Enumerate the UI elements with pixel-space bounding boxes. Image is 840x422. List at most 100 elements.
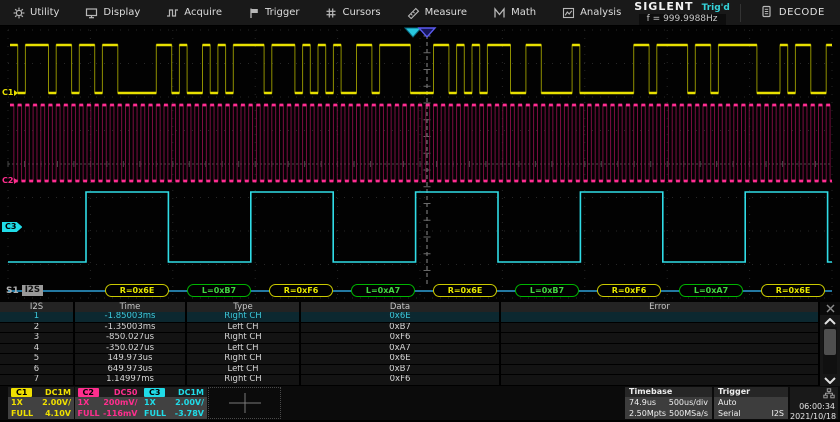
cell-data: 0xB7	[301, 323, 501, 334]
clock-time: 06:00:34	[790, 402, 835, 412]
cell-index: 3	[0, 333, 75, 344]
decode-bubble-left: L=0xA7	[351, 284, 415, 297]
channel-scale: 2.00V/	[42, 398, 71, 407]
flag-icon	[248, 7, 260, 19]
cell-index: 4	[0, 344, 75, 355]
cell-data: 0x6E	[301, 312, 501, 323]
trigger-source: Serial	[718, 409, 741, 418]
scroll-down-button[interactable]	[820, 374, 840, 386]
cell-error	[501, 333, 820, 344]
cell-type: Right CH	[187, 354, 301, 365]
menu-item-label: Acquire	[184, 7, 222, 18]
cell-data: 0xA7	[301, 344, 501, 355]
channel-info-c2[interactable]: C2 DC50 1X 200mV/ FULL -116mV	[75, 387, 141, 419]
cell-time: -850.027us	[75, 333, 187, 344]
position-indicator-box	[208, 387, 281, 419]
table-row[interactable]: 4-350.027usLeft CH0xA7	[0, 344, 820, 355]
menu-item-label: Math	[511, 7, 536, 18]
topbar-divider	[740, 4, 741, 22]
channel-bandwidth: FULL	[144, 409, 166, 418]
channel1-position-marker[interactable]: C1	[2, 88, 18, 97]
horizontal-delay-marker[interactable]	[405, 28, 421, 37]
channel-row-top: C1 DC1M	[8, 387, 74, 397]
table-row[interactable]: 6649.973usLeft CH0xB7	[0, 365, 820, 376]
trigger-panel[interactable]: Trigger Auto Serial I2S	[714, 387, 788, 419]
cell-data: 0xB7	[301, 365, 501, 376]
cell-data: 0xF6	[301, 375, 501, 386]
menu-item-label: Trigger	[265, 7, 300, 18]
channel-row-top: C3 DC1M	[141, 387, 207, 397]
scrollbar-thumb[interactable]	[824, 329, 836, 355]
menu-item-measure[interactable]: Measure	[394, 0, 481, 26]
menu-item-acquire[interactable]: Acquire	[153, 0, 235, 26]
table-row[interactable]: 1-1.85003msRight CH0x6E	[0, 312, 820, 323]
channel-row-mid: 1X 2.00V/	[8, 397, 74, 408]
timebase-panel[interactable]: Timebase 74.9us 500us/div 2.50Mpts 500MS…	[625, 387, 712, 419]
table-row[interactable]: 3-850.027usRight CH0xF6	[0, 333, 820, 344]
channel-info-c3[interactable]: C3 DC1M 1X 2.00V/ FULL -3.78V	[141, 387, 207, 419]
table-header-data: Data	[301, 302, 501, 312]
channel-row-bottom: FULL 4.10V	[8, 408, 74, 419]
menu-item-trigger[interactable]: Trigger	[235, 0, 313, 26]
channel-coupling: DC1M	[178, 388, 204, 397]
menu-item-utility[interactable]: Utility	[0, 0, 72, 26]
channel-attenuation: 1X	[11, 398, 23, 407]
trigger-mode: Auto	[718, 398, 737, 407]
cell-index: 7	[0, 375, 75, 386]
cursors-icon	[325, 7, 337, 19]
table-header-row: I2STimeTypeDataError	[0, 302, 840, 312]
table-row[interactable]: 2-1.35003msLeft CH0xB7	[0, 323, 820, 334]
scrollbar-track[interactable]	[823, 327, 837, 374]
c1-trace	[10, 45, 832, 93]
clock-panel: 06:00:34 2021/10/18	[790, 387, 838, 419]
channel-badge: C3	[144, 388, 165, 397]
cell-error	[501, 323, 820, 334]
scroll-up-button[interactable]	[820, 315, 840, 327]
timebase-delay: 74.9us	[629, 398, 656, 407]
trigger-position-marker[interactable]	[419, 28, 435, 37]
table-scrollbar	[820, 302, 840, 386]
cell-type: Right CH	[187, 333, 301, 344]
cell-type: Left CH	[187, 323, 301, 334]
channel-attenuation: 1X	[144, 398, 156, 407]
table-close-button[interactable]	[820, 302, 840, 315]
cell-error	[501, 312, 820, 323]
decode-bubble-right: R=0x6E	[761, 284, 825, 297]
table-header-time: Time	[75, 302, 187, 312]
decode-button[interactable]: DECODE	[745, 0, 840, 26]
channel-row-mid: 1X 2.00V/	[141, 397, 207, 408]
top-menu-bar: UtilityDisplay Acquire Trigger CursorsMeasu…	[0, 0, 840, 26]
channel2-position-marker[interactable]: C2	[2, 176, 18, 185]
channel-row-top: C2 DC50	[75, 387, 141, 397]
clock-date: 2021/10/18	[790, 412, 835, 422]
measure-icon	[407, 7, 420, 19]
cell-error	[501, 375, 820, 386]
cell-data: 0x6E	[301, 354, 501, 365]
status-bar: C1 DC1M 1X 2.00V/ FULL 4.10V C2 DC50 1X …	[0, 386, 840, 420]
cell-index: 2	[0, 323, 75, 334]
topbar-right: SIGLENT Trig'd f = 999.9988Hz DECODE	[634, 0, 840, 26]
cell-time: -1.85003ms	[75, 312, 187, 323]
main-menu: UtilityDisplay Acquire Trigger CursorsMeasu…	[0, 0, 634, 26]
waveform-canvas	[0, 26, 840, 302]
decode-icon	[761, 5, 772, 21]
menu-item-display[interactable]: Display	[72, 0, 153, 26]
decode-bubble-right: R=0xF6	[269, 284, 333, 297]
cell-error	[501, 344, 820, 355]
cell-index: 1	[0, 312, 75, 323]
cell-index: 5	[0, 354, 75, 365]
menu-item-math[interactable]: Math	[480, 0, 549, 26]
cell-error	[501, 365, 820, 376]
channel-info-c1[interactable]: C1 DC1M 1X 2.00V/ FULL 4.10V	[8, 387, 74, 419]
channel-coupling: DC50	[114, 388, 138, 397]
channel-offset: -116mV	[103, 409, 138, 418]
menu-item-cursors[interactable]: Cursors	[312, 0, 393, 26]
cell-type: Left CH	[187, 344, 301, 355]
menu-item-analysis[interactable]: Analysis	[549, 0, 634, 26]
serial-bus-tag: S1 I2S	[6, 285, 43, 296]
cell-type: Left CH	[187, 365, 301, 376]
table-row[interactable]: 71.14997msRight CH0xF6	[0, 375, 820, 386]
channel-badge: C1	[11, 388, 32, 397]
table-row[interactable]: 5149.973usRight CH0x6E	[0, 354, 820, 365]
channel-bandwidth: FULL	[78, 409, 100, 418]
